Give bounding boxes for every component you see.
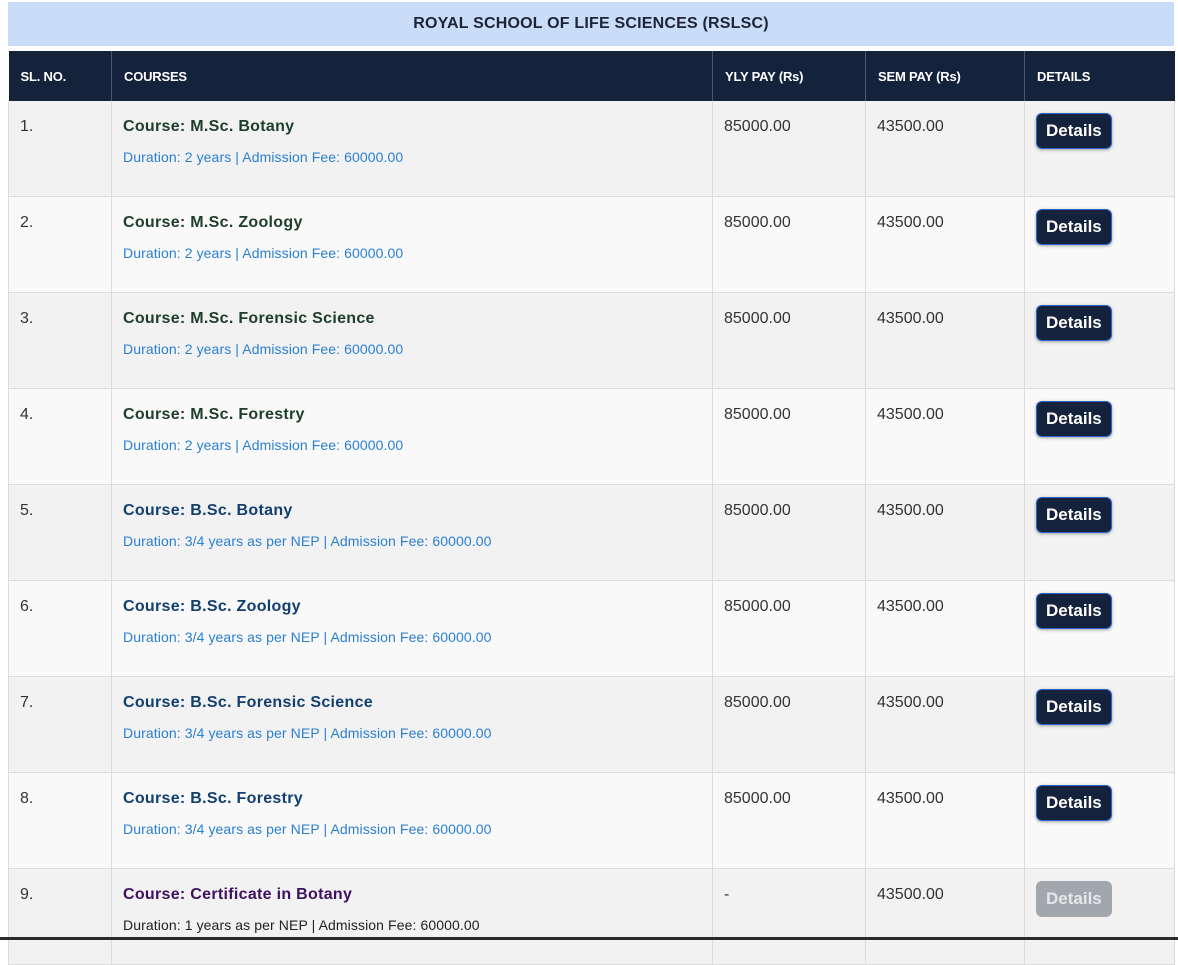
table-row: 3. Course: M.Sc. Forensic Science Durati… <box>8 292 1175 389</box>
sl-no-cell: 4. <box>8 388 112 485</box>
header-sl-no: SL. NO. <box>8 51 112 101</box>
fees-panel: ROYAL SCHOOL OF LIFE SCIENCES (RSLSC) SL… <box>8 2 1175 965</box>
sem-pay-cell: 43500.00 <box>865 196 1025 293</box>
course-cell: Course: M.Sc. Botany Duration: 2 years |… <box>111 101 713 197</box>
details-button[interactable]: Details <box>1036 593 1112 629</box>
table-row: 7. Course: B.Sc. Forensic Science Durati… <box>8 676 1175 773</box>
sl-no-cell: 1. <box>8 101 112 197</box>
details-cell: Details <box>1024 388 1175 485</box>
details-cell: Details <box>1024 676 1175 773</box>
school-title: ROYAL SCHOOL OF LIFE SCIENCES (RSLSC) <box>8 2 1174 46</box>
course-duration-fee: Duration: 2 years | Admission Fee: 60000… <box>123 341 404 357</box>
table-row: 1. Course: M.Sc. Botany Duration: 2 year… <box>8 101 1175 197</box>
sl-no-cell: 2. <box>8 196 112 293</box>
fees-table: SL. NO. COURSES YLY PAY (Rs) SEM PAY (Rs… <box>8 51 1175 965</box>
sem-pay-cell: 43500.00 <box>865 292 1025 389</box>
course-name: Course: B.Sc. Forensic Science <box>123 694 373 711</box>
details-cell: Details <box>1024 484 1175 581</box>
details-cell: Details <box>1024 772 1175 869</box>
course-cell: Course: B.Sc. Zoology Duration: 3/4 year… <box>111 580 713 677</box>
details-button[interactable]: Details <box>1036 305 1112 341</box>
table-row: 8. Course: B.Sc. Forestry Duration: 3/4 … <box>8 772 1175 869</box>
yly-pay-cell: 85000.00 <box>712 196 866 293</box>
sem-pay-cell: 43500.00 <box>865 772 1025 869</box>
sl-no-cell: 6. <box>8 580 112 677</box>
sl-no-cell: 9. <box>8 868 112 965</box>
details-cell: Details <box>1024 868 1175 965</box>
sem-pay-cell: 43500.00 <box>865 484 1025 581</box>
course-cell: Course: Certificate in Botany Duration: … <box>111 868 713 965</box>
course-name: Course: M.Sc. Zoology <box>123 214 303 231</box>
header-courses: COURSES <box>111 51 713 101</box>
course-cell: Course: B.Sc. Forensic Science Duration:… <box>111 676 713 773</box>
table-row: 4. Course: M.Sc. Forestry Duration: 2 ye… <box>8 388 1175 485</box>
yly-pay-cell: 85000.00 <box>712 292 866 389</box>
details-cell: Details <box>1024 196 1175 293</box>
course-name: Course: Certificate in Botany <box>123 886 353 903</box>
course-duration-fee: Duration: 3/4 years as per NEP | Admissi… <box>123 821 492 837</box>
details-button[interactable]: Details <box>1036 497 1112 533</box>
sl-no-cell: 5. <box>8 484 112 581</box>
header-sem-pay: SEM PAY (Rs) <box>865 51 1025 101</box>
details-cell: Details <box>1024 292 1175 389</box>
sem-pay-cell: 43500.00 <box>865 676 1025 773</box>
details-button-disabled: Details <box>1036 881 1112 917</box>
course-cell: Course: B.Sc. Forestry Duration: 3/4 yea… <box>111 772 713 869</box>
yly-pay-cell: 85000.00 <box>712 388 866 485</box>
course-duration-fee: Duration: 2 years | Admission Fee: 60000… <box>123 437 404 453</box>
table-row: 5. Course: B.Sc. Botany Duration: 3/4 ye… <box>8 484 1175 581</box>
sl-no-cell: 7. <box>8 676 112 773</box>
details-button[interactable]: Details <box>1036 113 1112 149</box>
table-row: 6. Course: B.Sc. Zoology Duration: 3/4 y… <box>8 580 1175 677</box>
course-name: Course: M.Sc. Botany <box>123 118 295 135</box>
course-duration-fee: Duration: 2 years | Admission Fee: 60000… <box>123 149 404 165</box>
details-cell: Details <box>1024 580 1175 677</box>
sem-pay-cell: 43500.00 <box>865 101 1025 197</box>
sem-pay-cell: 43500.00 <box>865 580 1025 677</box>
course-duration-fee: Duration: 2 years | Admission Fee: 60000… <box>123 245 404 261</box>
sem-pay-cell: 43500.00 <box>865 868 1025 965</box>
course-cell: Course: M.Sc. Zoology Duration: 2 years … <box>111 196 713 293</box>
yly-pay-cell: 85000.00 <box>712 101 866 197</box>
sl-no-cell: 3. <box>8 292 112 389</box>
details-button[interactable]: Details <box>1036 209 1112 245</box>
details-button[interactable]: Details <box>1036 689 1112 725</box>
yly-pay-cell: 85000.00 <box>712 580 866 677</box>
course-duration-fee: Duration: 3/4 years as per NEP | Admissi… <box>123 725 492 741</box>
yly-pay-cell: 85000.00 <box>712 772 866 869</box>
header-details: DETAILS <box>1024 51 1175 101</box>
table-header-row: SL. NO. COURSES YLY PAY (Rs) SEM PAY (Rs… <box>8 51 1175 101</box>
yly-pay-cell: 85000.00 <box>712 676 866 773</box>
course-name: Course: M.Sc. Forensic Science <box>123 310 375 327</box>
details-button[interactable]: Details <box>1036 401 1112 437</box>
details-cell: Details <box>1024 101 1175 197</box>
sl-no-cell: 8. <box>8 772 112 869</box>
course-name: Course: B.Sc. Forestry <box>123 790 303 807</box>
course-duration-fee: Duration: 3/4 years as per NEP | Admissi… <box>123 533 492 549</box>
course-name: Course: M.Sc. Forestry <box>123 406 305 423</box>
yly-pay-cell: - <box>712 868 866 965</box>
course-duration-fee: Duration: 3/4 years as per NEP | Admissi… <box>123 629 492 645</box>
header-yly-pay: YLY PAY (Rs) <box>712 51 866 101</box>
sem-pay-cell: 43500.00 <box>865 388 1025 485</box>
course-cell: Course: M.Sc. Forensic Science Duration:… <box>111 292 713 389</box>
course-name: Course: B.Sc. Botany <box>123 502 293 519</box>
course-cell: Course: M.Sc. Forestry Duration: 2 years… <box>111 388 713 485</box>
table-row: 2. Course: M.Sc. Zoology Duration: 2 yea… <box>8 196 1175 293</box>
details-button[interactable]: Details <box>1036 785 1112 821</box>
course-duration-fee: Duration: 1 years as per NEP | Admission… <box>123 917 480 933</box>
course-name: Course: B.Sc. Zoology <box>123 598 301 615</box>
course-cell: Course: B.Sc. Botany Duration: 3/4 years… <box>111 484 713 581</box>
yly-pay-cell: 85000.00 <box>712 484 866 581</box>
table-row: 9. Course: Certificate in Botany Duratio… <box>8 868 1175 965</box>
